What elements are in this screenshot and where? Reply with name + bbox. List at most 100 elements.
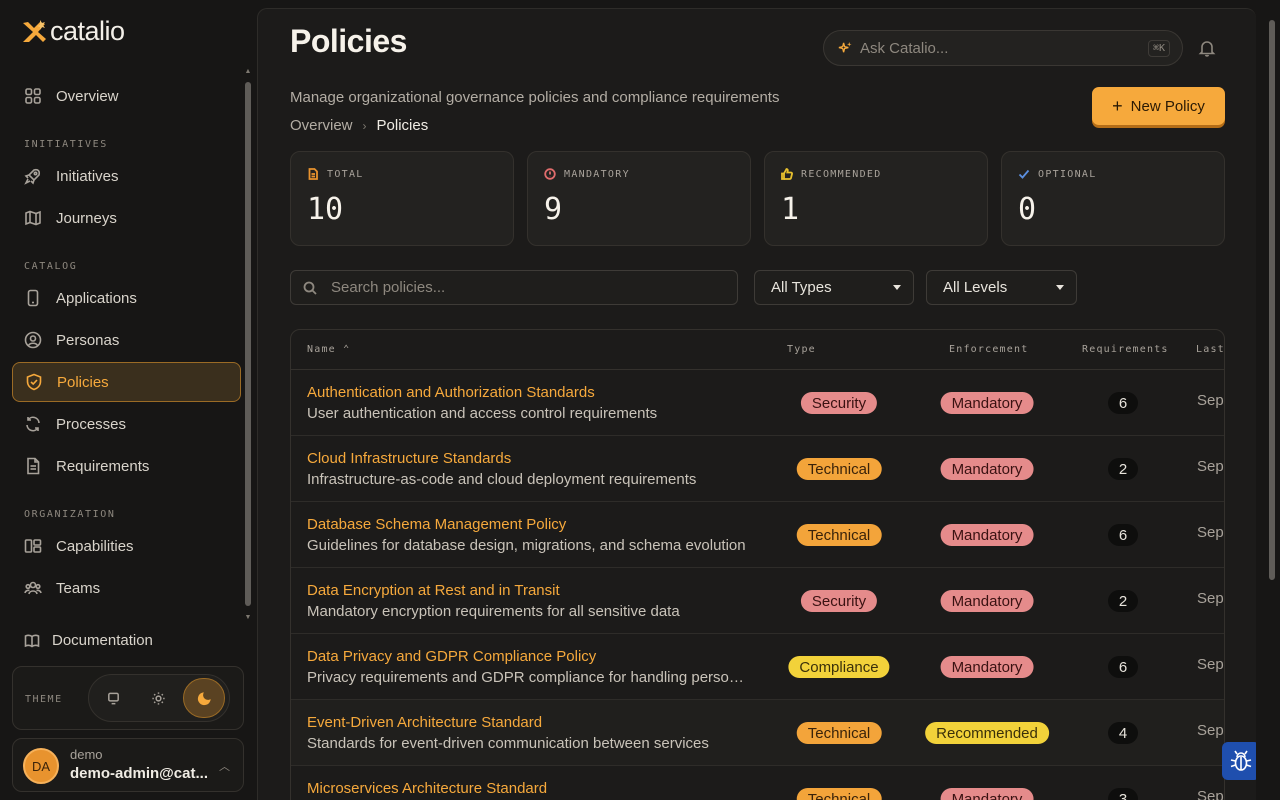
policy-title-link[interactable]: Data Encryption at Rest and in Transit (307, 582, 560, 599)
documentation-label: Documentation (52, 632, 153, 649)
sidebar-item-label: Policies (57, 373, 109, 391)
ask-catalio-search[interactable]: Ask Catalio... ⌘K (823, 30, 1183, 66)
requirements-count: 6 (1108, 392, 1138, 414)
column-header-requirements[interactable]: Requirements (1082, 344, 1169, 355)
breadcrumb-overview[interactable]: Overview (290, 117, 353, 134)
policy-title-link[interactable]: Authentication and Authorization Standar… (307, 384, 595, 401)
type-badge: Technical (796, 458, 882, 480)
theme-light-button[interactable] (137, 678, 179, 718)
map-icon (25, 210, 41, 226)
table-row[interactable]: Data Privacy and GDPR Compliance Policy P… (291, 634, 1224, 700)
stat-label: TOTAL (327, 168, 364, 180)
table-row[interactable]: Event-Driven Architecture Standard Standa… (291, 700, 1224, 766)
sidebar-nav: Overview INITIATIVES Initiatives Journey… (12, 76, 241, 610)
column-header-type[interactable]: Type (787, 344, 816, 355)
catalio-logo-icon (23, 19, 46, 42)
stat-card-recommended: RECOMMENDED 1 (764, 151, 988, 246)
scroll-up-arrow[interactable]: ▲ (244, 68, 252, 76)
shield-icon (26, 373, 42, 391)
last-updated: Sep (1197, 722, 1224, 739)
sidebar-item-label: Applications (56, 289, 137, 307)
sidebar-item-label: Capabilities (56, 537, 134, 555)
requirements-count: 3 (1108, 788, 1138, 800)
alert-circle-icon (544, 168, 556, 180)
enforcement-badge: Mandatory (940, 392, 1034, 414)
sidebar: catalio Overview INITIATIVES Initiatives… (0, 0, 256, 800)
policy-title-link[interactable]: Microservices Architecture Standard (307, 780, 547, 797)
page-scrollbar[interactable] (1268, 10, 1276, 800)
requirements-count: 2 (1108, 458, 1138, 480)
rocket-icon (24, 168, 41, 185)
search-input[interactable] (331, 271, 721, 304)
sidebar-item-journeys[interactable]: Journeys (12, 198, 241, 238)
app-name: catalio (50, 16, 125, 46)
policy-title-link[interactable]: Database Schema Management Policy (307, 516, 566, 533)
new-policy-label: New Policy (1130, 97, 1205, 115)
phone-icon (27, 289, 39, 307)
sidebar-item-overview[interactable]: Overview (12, 76, 241, 116)
sidebar-item-teams[interactable]: Teams (12, 568, 241, 608)
scroll-down-arrow[interactable]: ▼ (244, 614, 252, 622)
enforcement-badge: Recommended (925, 722, 1049, 744)
page-scroll-thumb[interactable] (1269, 20, 1275, 580)
table-row[interactable]: Cloud Infrastructure Standards Infrastruc… (291, 436, 1224, 502)
sparkle-icon (838, 41, 852, 53)
caret-down-icon (1056, 285, 1064, 290)
breadcrumb-current: Policies (376, 117, 429, 134)
type-filter-select[interactable]: All Types (754, 270, 914, 305)
type-badge: Compliance (788, 656, 890, 678)
blocks-icon (24, 539, 42, 553)
user-menu[interactable]: DA demo demo-admin@cat... ︿ (12, 738, 244, 792)
type-badge: Security (800, 392, 878, 414)
column-header-enforcement[interactable]: Enforcement (949, 344, 1028, 355)
sidebar-item-applications[interactable]: Applications (12, 278, 241, 318)
table-row[interactable]: Data Encryption at Rest and in Transit Ma… (291, 568, 1224, 634)
theme-system-button[interactable] (92, 678, 134, 718)
chevron-up-icon: ︿ (219, 761, 230, 773)
last-updated: Sep (1197, 458, 1224, 475)
file-icon (308, 168, 318, 180)
user-circle-icon (24, 331, 42, 349)
app-logo[interactable]: catalio (20, 16, 125, 47)
level-filter-select[interactable]: All Levels (926, 270, 1077, 305)
sidebar-item-personas[interactable]: Personas (12, 320, 241, 360)
table-body: Authentication and Authorization Standar… (291, 370, 1224, 800)
new-policy-button[interactable]: + New Policy (1092, 87, 1225, 125)
sidebar-scroll-thumb[interactable] (245, 82, 251, 606)
bell-icon[interactable] (1198, 39, 1216, 57)
policy-title-link[interactable]: Event-Driven Architecture Standard (307, 714, 542, 731)
documentation-link[interactable]: Documentation (24, 632, 153, 649)
stat-value: 1 (781, 192, 800, 227)
policy-description: Infrastructure-as-code and cloud deploym… (307, 471, 697, 488)
sidebar-item-initiatives[interactable]: Initiatives (12, 156, 241, 196)
bug-report-button[interactable] (1222, 742, 1256, 780)
theme-toggle-group (88, 674, 230, 722)
stat-value: 0 (1018, 192, 1037, 227)
theme-dark-button[interactable] (183, 678, 225, 718)
sidebar-item-policies[interactable]: Policies (12, 362, 241, 402)
stat-value: 10 (307, 192, 344, 227)
column-header-last[interactable]: Last (1196, 344, 1224, 355)
policy-title-link[interactable]: Data Privacy and GDPR Compliance Policy (307, 648, 596, 665)
sidebar-item-label: Overview (56, 87, 119, 105)
caret-down-icon (893, 285, 901, 290)
table-row[interactable]: Authentication and Authorization Standar… (291, 370, 1224, 436)
main-content: Policies Ask Catalio... ⌘K Manage organi… (257, 8, 1256, 800)
enforcement-badge: Mandatory (940, 788, 1034, 800)
sidebar-item-label: Personas (56, 331, 120, 349)
section-label-organization: ORGANIZATION (24, 509, 116, 520)
sidebar-scrollbar[interactable]: ▲ ▼ (244, 68, 252, 624)
table-row[interactable]: Microservices Architecture Standard Techn… (291, 766, 1224, 800)
sidebar-item-processes[interactable]: Processes (12, 404, 241, 444)
sidebar-item-capabilities[interactable]: Capabilities (12, 526, 241, 566)
sidebar-item-label: Initiatives (56, 167, 119, 185)
type-badge: Technical (796, 722, 882, 744)
table-row[interactable]: Database Schema Management Policy Guideli… (291, 502, 1224, 568)
sidebar-item-requirements[interactable]: Requirements (12, 446, 241, 486)
sidebar-item-label: Journeys (56, 209, 117, 227)
monitor-icon (107, 692, 119, 704)
policy-title-link[interactable]: Cloud Infrastructure Standards (307, 450, 511, 467)
theme-label: THEME (25, 694, 63, 705)
column-header-name[interactable]: Name ⌃ (307, 344, 350, 355)
page-subtitle: Manage organizational governance policie… (290, 89, 780, 106)
